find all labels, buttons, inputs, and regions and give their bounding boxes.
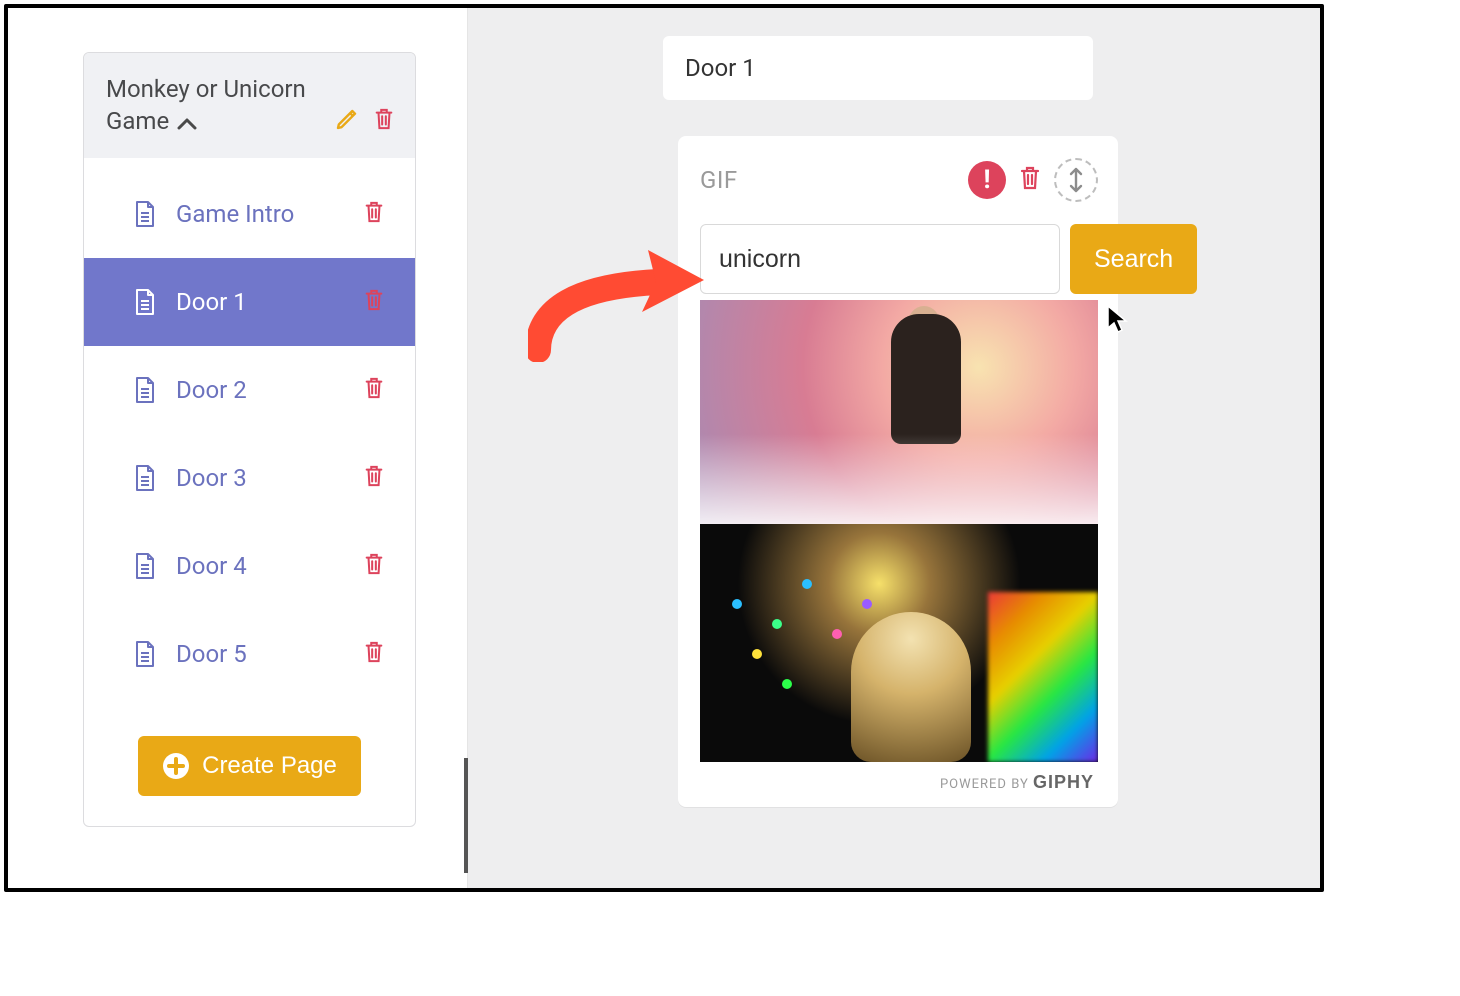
document-icon xyxy=(134,640,156,668)
drag-handle-icon[interactable] xyxy=(1054,158,1098,202)
page-item-label: Door 5 xyxy=(176,640,363,668)
sidebar: Monkey or Unicorn Game xyxy=(8,8,468,888)
trash-icon[interactable] xyxy=(1018,164,1042,196)
gif-result-2[interactable] xyxy=(700,524,1098,762)
page-item-label: Door 3 xyxy=(176,464,363,492)
page-tree-panel: Monkey or Unicorn Game xyxy=(83,52,416,827)
page-item-label: Door 2 xyxy=(176,376,363,404)
project-header[interactable]: Monkey or Unicorn Game xyxy=(84,53,415,158)
page-item-door-1[interactable]: Door 1 xyxy=(84,258,415,346)
document-icon xyxy=(134,288,156,316)
giphy-attribution: POWERED BY GIPHY xyxy=(700,762,1098,795)
chevron-up-icon[interactable] xyxy=(177,116,197,135)
gif-result-1[interactable] xyxy=(700,300,1098,524)
trash-icon[interactable] xyxy=(363,376,385,404)
document-icon xyxy=(134,376,156,404)
trash-icon[interactable] xyxy=(363,288,385,316)
trash-icon[interactable] xyxy=(363,640,385,668)
page-item-label: Door 4 xyxy=(176,552,363,580)
gif-block-heading: GIF xyxy=(700,166,968,194)
app-frame: Monkey or Unicorn Game xyxy=(4,4,1324,892)
page-title-input[interactable]: Door 1 xyxy=(663,36,1093,100)
page-item-label: Game Intro xyxy=(176,200,363,228)
trash-icon[interactable] xyxy=(373,107,395,135)
project-title: Monkey or Unicorn Game xyxy=(106,75,306,135)
page-item-label: Door 1 xyxy=(176,288,363,316)
trash-icon[interactable] xyxy=(363,464,385,492)
editor-canvas: Door 1 GIF ! Search xyxy=(468,8,1320,888)
gif-search-button[interactable]: Search xyxy=(1070,224,1197,294)
page-title-text: Door 1 xyxy=(685,54,756,82)
project-title-wrap: Monkey or Unicorn Game xyxy=(106,73,335,138)
gif-block-header: GIF ! xyxy=(700,158,1098,202)
gif-block: GIF ! Search xyxy=(678,136,1118,807)
create-page-label: Create Page xyxy=(202,752,337,780)
warning-icon[interactable]: ! xyxy=(968,161,1006,199)
document-icon xyxy=(134,552,156,580)
page-item-door-4[interactable]: Door 4 xyxy=(84,522,415,610)
page-list: Game Intro Door 1 Door 2 Door 3 xyxy=(84,158,415,702)
gif-search-row: Search xyxy=(700,224,1098,294)
plus-circle-icon xyxy=(162,752,190,780)
page-item-door-3[interactable]: Door 3 xyxy=(84,434,415,522)
gif-results xyxy=(700,300,1098,762)
trash-icon[interactable] xyxy=(363,552,385,580)
powered-by-label: POWERED BY xyxy=(940,777,1029,792)
pencil-icon[interactable] xyxy=(335,107,359,135)
create-page-row: Create Page xyxy=(84,702,415,826)
document-icon xyxy=(134,464,156,492)
page-item-door-2[interactable]: Door 2 xyxy=(84,346,415,434)
gif-search-input[interactable] xyxy=(700,224,1060,294)
gif-block-actions: ! xyxy=(968,158,1098,202)
page-item-game-intro[interactable]: Game Intro xyxy=(84,170,415,258)
trash-icon[interactable] xyxy=(363,200,385,228)
project-actions xyxy=(335,107,395,138)
document-icon xyxy=(134,200,156,228)
create-page-button[interactable]: Create Page xyxy=(138,736,361,796)
giphy-logo: GIPHY xyxy=(1033,772,1094,792)
page-item-door-5[interactable]: Door 5 xyxy=(84,610,415,698)
